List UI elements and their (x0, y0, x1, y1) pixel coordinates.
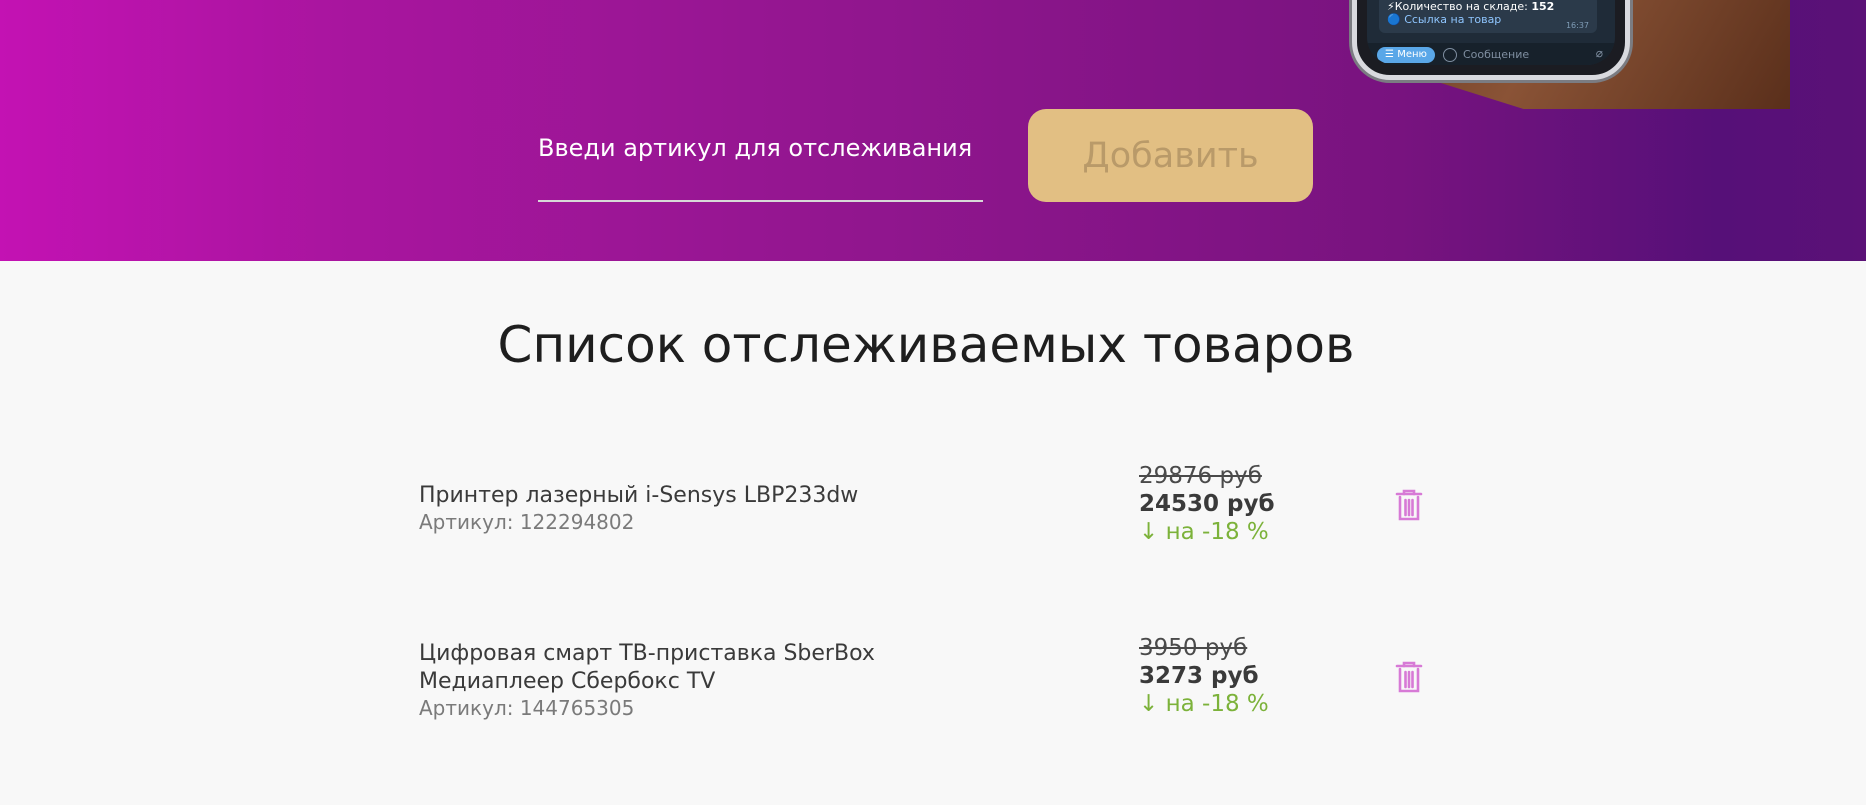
telegram-message-placeholder: Сообщение (1463, 48, 1530, 61)
item-sku: Артикул: 122294802 (419, 510, 635, 534)
old-price: 3950 руб (1139, 635, 1248, 661)
emoji-icon (1443, 48, 1457, 62)
phone-illustration: ⚡Количество на складе: 152 🔵 Ссылка на т… (1310, 0, 1790, 109)
new-price: 3273 руб (1139, 663, 1259, 689)
stock-line: ⚡Количество на складе: 152 (1387, 0, 1554, 13)
telegram-input-bar: ☰ Меню Сообщение ⌀ (1367, 43, 1615, 65)
telegram-screen: ⚡Количество на складе: 152 🔵 Ссылка на т… (1367, 0, 1615, 65)
telegram-menu-button: ☰ Меню (1377, 47, 1435, 63)
delete-button[interactable] (1393, 488, 1425, 524)
paperclip-icon: ⌀ (1595, 46, 1603, 60)
message-time: 16:37 (1565, 21, 1589, 30)
delete-button[interactable] (1393, 660, 1425, 696)
trash-icon (1395, 661, 1423, 692)
telegram-message: ⚡Количество на складе: 152 🔵 Ссылка на т… (1379, 0, 1597, 33)
item-name: Принтер лазерный i-Sensys LBP233dw (419, 482, 858, 510)
item-name-line: Цифровая смарт ТВ-приставка SberBox (419, 641, 875, 666)
stock-value: 152 (1531, 0, 1555, 13)
add-button[interactable]: Добавить (1028, 109, 1313, 202)
item-name-line: Медиаплеер Сбербокс TV (419, 669, 716, 694)
product-link: 🔵 Ссылка на товар (1387, 13, 1502, 26)
item-name: Цифровая смарт ТВ-приставка SberBox Меди… (419, 640, 875, 696)
section-title: Список отслеживаемых товаров (497, 316, 1355, 374)
new-price: 24530 руб (1139, 491, 1275, 517)
item-sku: Артикул: 144765305 (419, 696, 635, 720)
hero-banner: ⚡Количество на складе: 152 🔵 Ссылка на т… (0, 0, 1866, 261)
trash-icon (1395, 489, 1423, 520)
phone-frame: ⚡Количество на складе: 152 🔵 Ссылка на т… (1352, 0, 1630, 80)
stock-label: ⚡Количество на складе: (1387, 0, 1528, 13)
item-name-line: Принтер лазерный i-Sensys LBP233dw (419, 483, 859, 508)
discount-badge: ↓ на -18 % (1139, 519, 1269, 545)
sku-input[interactable] (538, 126, 983, 202)
old-price: 29876 руб (1139, 463, 1262, 489)
discount-badge: ↓ на -18 % (1139, 691, 1269, 717)
